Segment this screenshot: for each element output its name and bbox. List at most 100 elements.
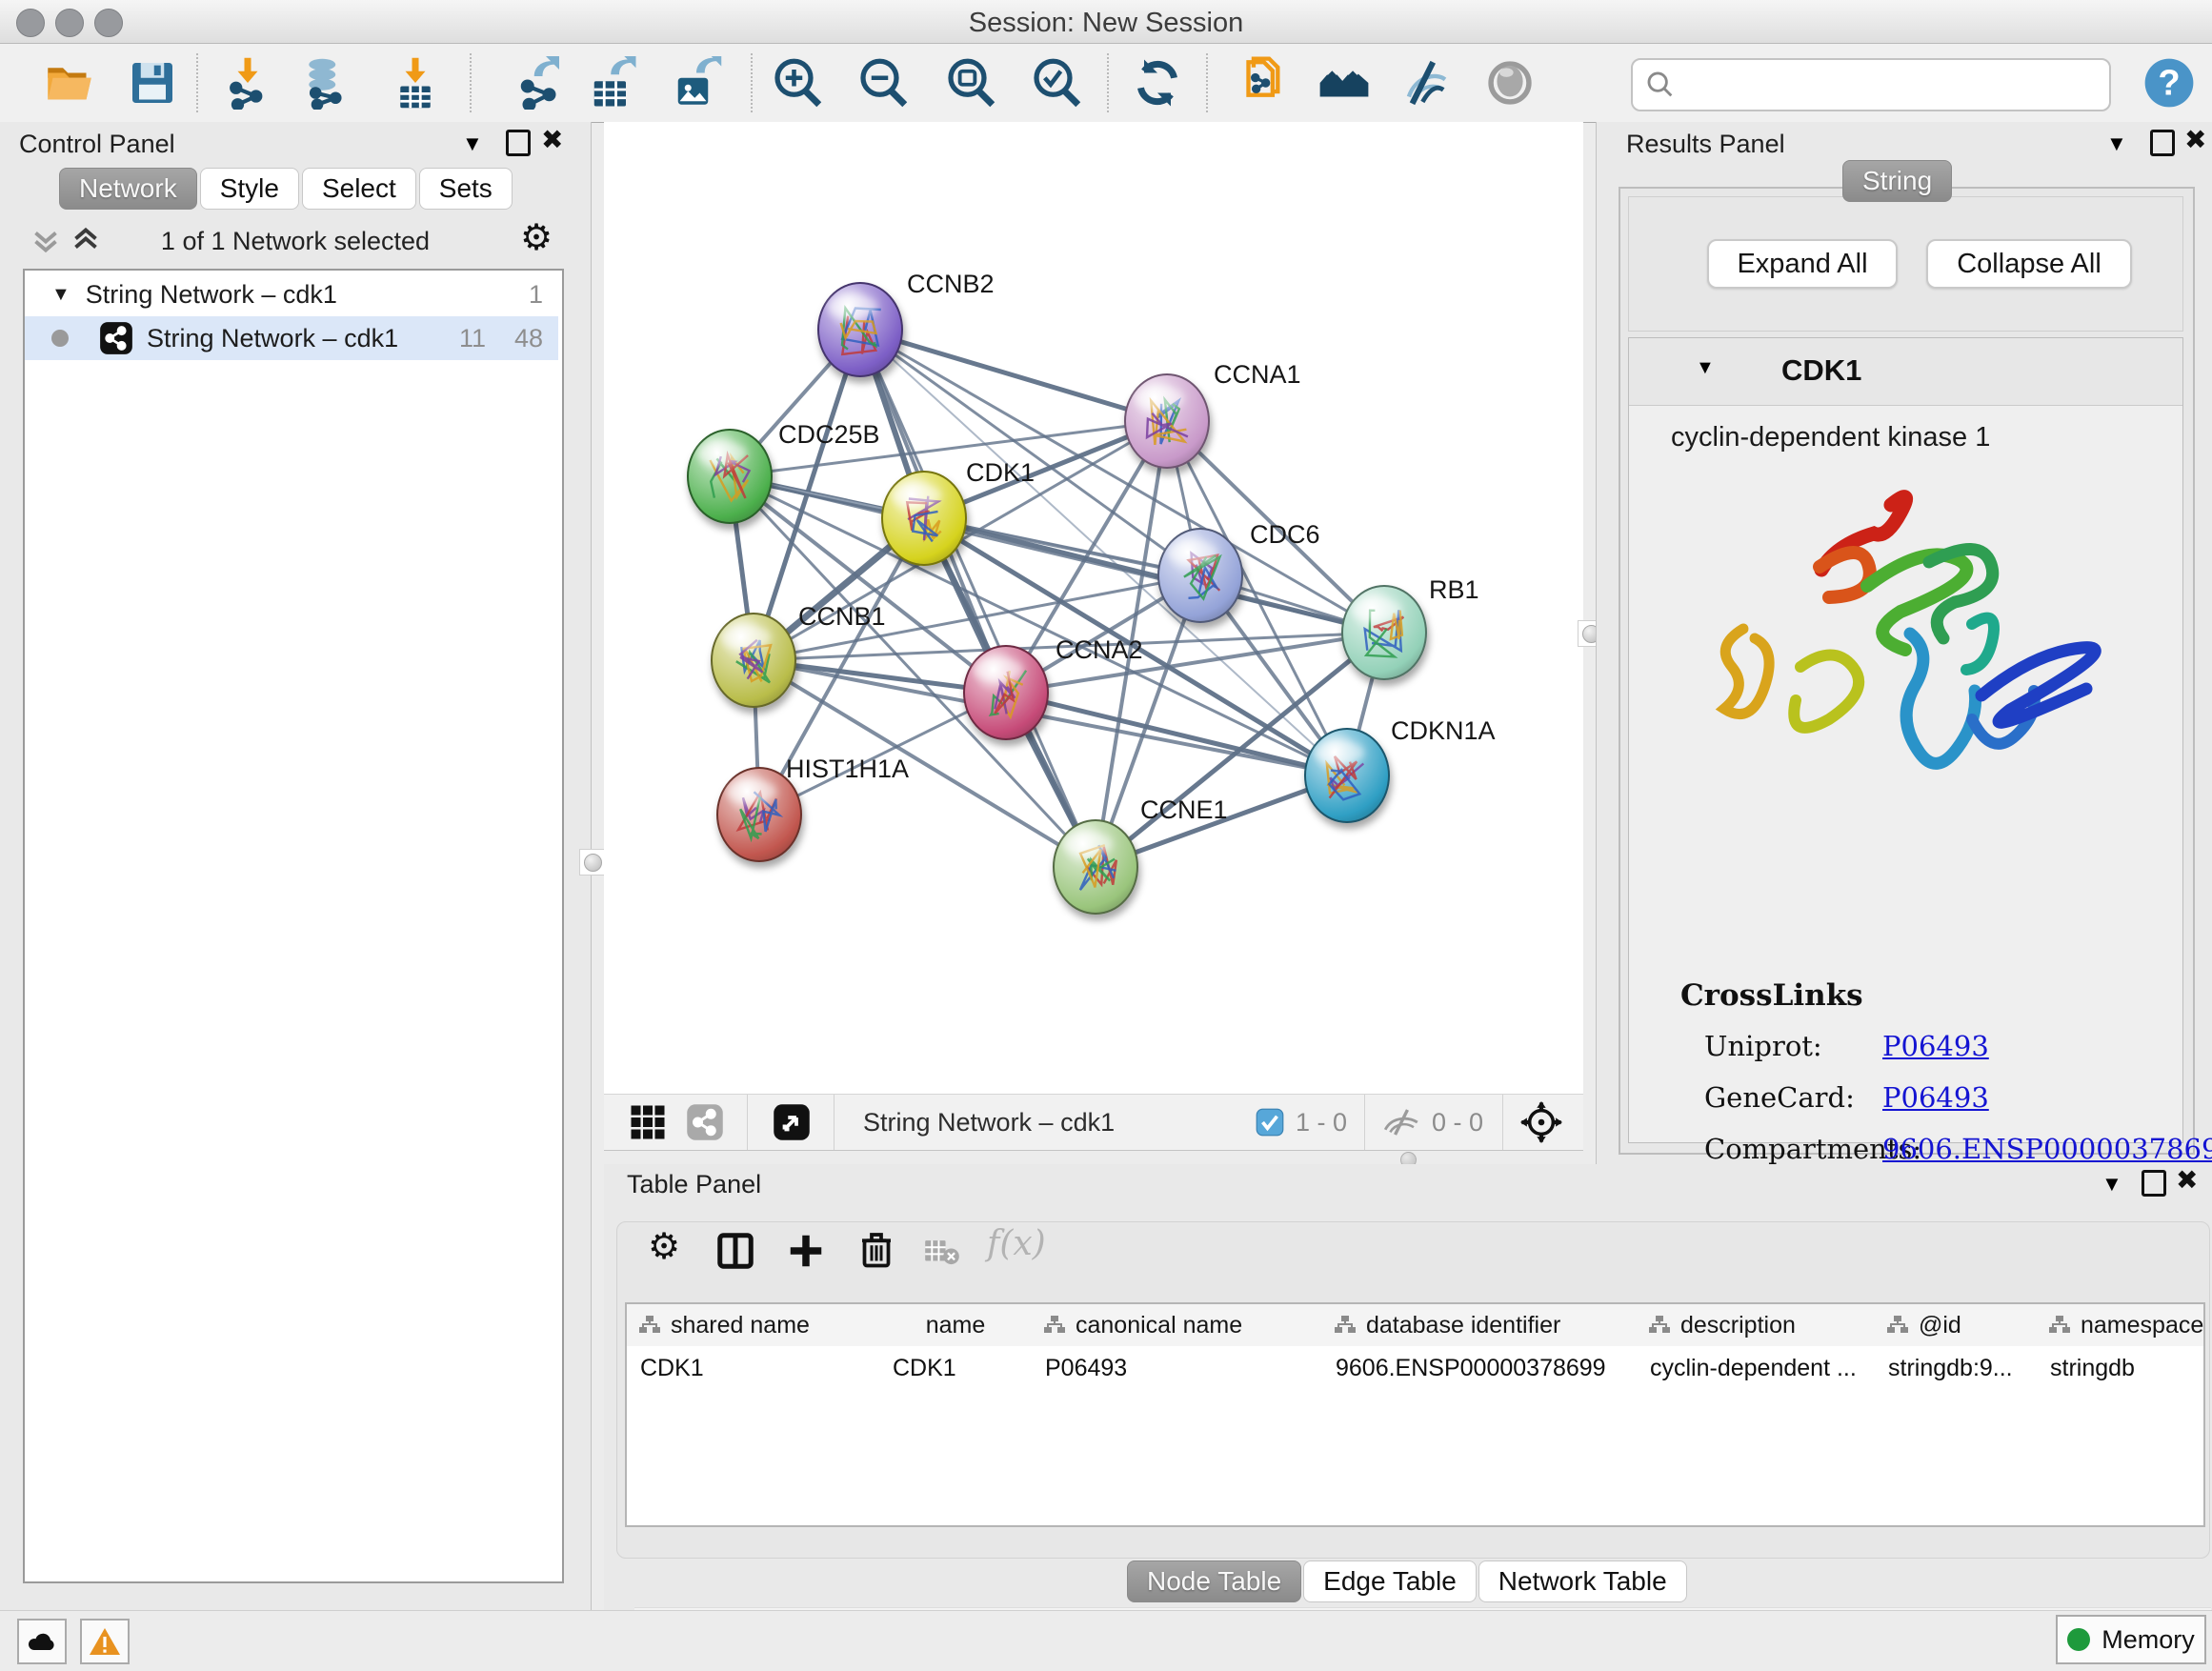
network-node-RB1[interactable] bbox=[1342, 586, 1426, 679]
gene-description: cyclin-dependent kinase 1 bbox=[1671, 422, 1990, 453]
network-edge-count: 48 bbox=[514, 324, 543, 353]
table-row-cell[interactable]: P06493 bbox=[1045, 1348, 1321, 1388]
left-splitter-toggle[interactable] bbox=[579, 849, 606, 876]
column-header-shared-name[interactable]: shared name bbox=[627, 1304, 880, 1346]
tab-select[interactable]: Select bbox=[302, 168, 416, 210]
gene-section-header[interactable]: ▼ CDK1 bbox=[1629, 338, 2182, 406]
tab-sets[interactable]: Sets bbox=[419, 168, 513, 210]
network-canvas[interactable]: CCNB2CCNA1CDC25BCDK1CDC6RB1CCNB1CCNA2CDK… bbox=[604, 122, 1583, 1094]
zoom-selected-icon[interactable] bbox=[1029, 55, 1084, 111]
table-row-cell[interactable]: stringdb:9... bbox=[1888, 1348, 2041, 1388]
control-panel-collapse-icon[interactable]: ▼ bbox=[462, 131, 483, 156]
network-share-icon bbox=[99, 321, 133, 355]
node-label-CCNB1: CCNB1 bbox=[798, 602, 886, 631]
export-image-icon[interactable] bbox=[669, 55, 724, 111]
results-panel-close-icon[interactable]: ✖ bbox=[2184, 129, 2206, 151]
hidden-counts: 0 - 0 bbox=[1432, 1108, 1483, 1137]
network-view-share-icon[interactable] bbox=[686, 1103, 724, 1141]
network-node-CCNB1[interactable] bbox=[712, 614, 795, 707]
network-node-CDC25B[interactable] bbox=[688, 430, 772, 523]
memory-label: Memory bbox=[2101, 1625, 2195, 1655]
search-input[interactable] bbox=[1684, 65, 2109, 105]
node-table: shared name name canonical name database… bbox=[625, 1302, 2205, 1527]
network-collection-row[interactable]: ▼ String Network – cdk1 1 bbox=[25, 272, 558, 316]
expand-all-button[interactable]: Expand All bbox=[1707, 239, 1898, 289]
table-row-cell[interactable]: CDK1 bbox=[640, 1348, 878, 1388]
show-hidden-icon[interactable] bbox=[1482, 55, 1538, 111]
zoom-in-icon[interactable] bbox=[770, 55, 825, 111]
export-table-icon[interactable] bbox=[585, 55, 640, 111]
clone-network-icon[interactable] bbox=[1235, 55, 1290, 111]
birds-eye-grid-icon[interactable] bbox=[629, 1103, 667, 1141]
crosslink-genecard-link[interactable]: P06493 bbox=[1882, 1081, 1989, 1114]
crosslinks-heading: CrossLinks bbox=[1680, 978, 1863, 1013]
tab-style[interactable]: Style bbox=[200, 168, 299, 210]
hide-selected-eye-slash-icon[interactable] bbox=[1398, 55, 1454, 111]
memory-button[interactable]: Memory bbox=[2056, 1615, 2206, 1664]
column-header-database-identifier[interactable]: database identifier bbox=[1322, 1304, 1638, 1346]
tab-network-table[interactable]: Network Table bbox=[1478, 1560, 1687, 1602]
refresh-icon[interactable] bbox=[1130, 55, 1185, 111]
open-in-window-icon[interactable] bbox=[773, 1103, 811, 1141]
tab-edge-table[interactable]: Edge Table bbox=[1303, 1560, 1477, 1602]
network-node-CCNB2[interactable] bbox=[818, 283, 902, 376]
import-database-icon[interactable] bbox=[296, 55, 352, 111]
table-panel-collapse-icon[interactable]: ▼ bbox=[2101, 1172, 2122, 1197]
table-panel-float-icon[interactable] bbox=[2142, 1170, 2166, 1197]
results-panel-collapse-icon[interactable]: ▼ bbox=[2106, 131, 2127, 156]
crosslink-uniprot-link[interactable]: P06493 bbox=[1882, 1030, 1989, 1062]
hidden-eye-slash-icon[interactable] bbox=[1380, 1106, 1422, 1138]
open-session-icon[interactable] bbox=[42, 55, 97, 111]
table-row-cell[interactable]: cyclin-dependent ... bbox=[1650, 1348, 1879, 1388]
export-network-icon[interactable] bbox=[512, 55, 567, 111]
table-row-cell[interactable]: CDK1 bbox=[893, 1348, 1036, 1388]
control-panel-close-icon[interactable]: ✖ bbox=[541, 129, 563, 151]
warnings-button[interactable] bbox=[80, 1619, 130, 1664]
column-header-name[interactable]: name bbox=[879, 1304, 1033, 1346]
tab-network[interactable]: Network bbox=[59, 168, 197, 210]
warning-icon bbox=[89, 1627, 121, 1656]
network-overview-icon[interactable] bbox=[1317, 55, 1372, 111]
control-panel-float-icon[interactable] bbox=[506, 130, 531, 156]
network-node-CDK1[interactable] bbox=[882, 472, 966, 565]
main-toolbar: ? bbox=[0, 44, 2212, 123]
collection-expand-icon[interactable]: ▼ bbox=[51, 284, 70, 306]
column-header-canonical-name[interactable]: canonical name bbox=[1032, 1304, 1323, 1346]
cloud-status-button[interactable] bbox=[17, 1619, 67, 1664]
save-session-icon[interactable] bbox=[125, 55, 180, 111]
add-column-icon[interactable] bbox=[787, 1232, 825, 1270]
results-panel-title: Results Panel bbox=[1626, 130, 1785, 159]
gene-collapse-icon[interactable]: ▼ bbox=[1696, 357, 1715, 379]
collapse-all-button[interactable]: Collapse All bbox=[1926, 239, 2132, 289]
network-node-CDKN1A[interactable] bbox=[1305, 729, 1389, 822]
column-header-id[interactable]: @id bbox=[1875, 1304, 2038, 1346]
network-node-CCNA2[interactable] bbox=[964, 646, 1048, 739]
network-row[interactable]: String Network – cdk1 11 48 bbox=[25, 316, 558, 360]
network-edge-CCNB2-CCNA1[interactable] bbox=[860, 330, 1167, 421]
table-row-cell[interactable]: stringdb bbox=[2050, 1348, 2202, 1388]
show-columns-icon[interactable] bbox=[716, 1232, 754, 1270]
results-panel-float-icon[interactable] bbox=[2150, 130, 2175, 156]
zoom-out-icon[interactable] bbox=[855, 55, 911, 111]
network-node-CCNE1[interactable] bbox=[1054, 820, 1137, 914]
network-node-CDC6[interactable] bbox=[1158, 529, 1242, 622]
network-options-gear-icon[interactable]: ⚙ bbox=[520, 219, 553, 255]
network-edges[interactable] bbox=[730, 330, 1384, 867]
table-panel-close-icon[interactable]: ✖ bbox=[2176, 1169, 2198, 1192]
column-header-namespace[interactable]: namespace bbox=[2037, 1304, 2203, 1346]
table-options-gear-icon[interactable]: ⚙ bbox=[648, 1228, 680, 1264]
tab-string[interactable]: String bbox=[1842, 160, 1952, 202]
column-header-description[interactable]: description bbox=[1637, 1304, 1876, 1346]
delete-column-icon[interactable] bbox=[857, 1230, 895, 1268]
crosslink-compartments-link[interactable]: 9606.ENSP00000378699 bbox=[1882, 1133, 2212, 1165]
import-table-icon[interactable] bbox=[388, 55, 443, 111]
selected-nodes-checkbox-icon[interactable] bbox=[1256, 1108, 1284, 1137]
import-network-icon[interactable] bbox=[220, 55, 275, 111]
table-row-cell[interactable]: 9606.ENSP00000378699 bbox=[1336, 1348, 1640, 1388]
network-node-CCNA1[interactable] bbox=[1125, 374, 1209, 468]
pan-crosshair-icon[interactable] bbox=[1520, 1101, 1562, 1143]
tab-node-table[interactable]: Node Table bbox=[1127, 1560, 1301, 1602]
node-label-CDC25B: CDC25B bbox=[778, 420, 880, 449]
zoom-fit-icon[interactable] bbox=[943, 55, 998, 111]
help-icon[interactable]: ? bbox=[2142, 55, 2197, 111]
